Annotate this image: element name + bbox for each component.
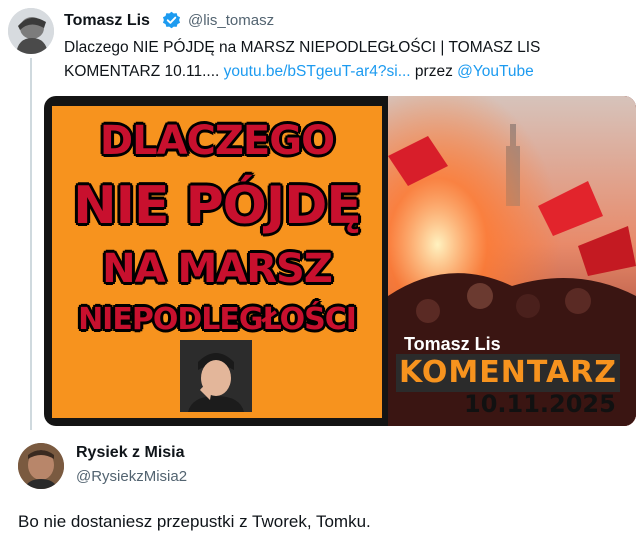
reply-text: Bo nie dostaniesz przepustki z Tworek, T… [18,512,371,531]
reply-author-name[interactable]: Rysiek z Misia [76,444,185,462]
youtube-link[interactable]: youtu.be/bSTgeuT-ar4?si... [224,63,411,80]
verified-badge-icon [162,11,181,30]
thread-line [30,58,32,430]
author-avatar[interactable] [8,8,54,54]
tweet-text-line2: KOMENTARZ 10.11.... youtu.be/bSTgeuT-ar4… [64,60,624,84]
tweet-text: Dlaczego NIE PÓJDĘ na MARSZ NIEPODLEGŁOŚ… [64,36,624,84]
thumbnail-title-line4: NIEPODLEGŁOŚCI [78,302,357,337]
youtube-mention-link[interactable]: @YouTube [457,63,534,80]
author-name[interactable]: Tomasz Lis [64,12,150,30]
thumbnail-title-line2: NIE PÓJDĘ [73,176,362,236]
thumbnail-title-line3: NA MARSZ [102,246,333,292]
via-text: przez [410,63,458,80]
tweet-text-prefix: KOMENTARZ 10.11.... [64,63,224,80]
thumbnail-title-line1: DLACZEGO [99,118,335,164]
presenter-name-label: Tomasz Lis [404,334,501,354]
video-thumbnail-card[interactable]: DLACZEGO NIE PÓJDĘ NA MARSZ NIEPODLEGŁOŚ… [44,96,636,426]
reply-author-handle[interactable]: @RysiekzMisia2 [76,468,187,485]
presenter-photo [180,340,252,412]
tweet-text-line1: Dlaczego NIE PÓJDĘ na MARSZ NIEPODLEGŁOŚ… [64,39,541,56]
video-date: 10.11.2025 [464,390,616,418]
segment-label: KOMENTARZ [396,354,620,392]
reply-author-avatar[interactable] [18,443,64,489]
author-handle[interactable]: @lis_tomasz [188,12,274,29]
